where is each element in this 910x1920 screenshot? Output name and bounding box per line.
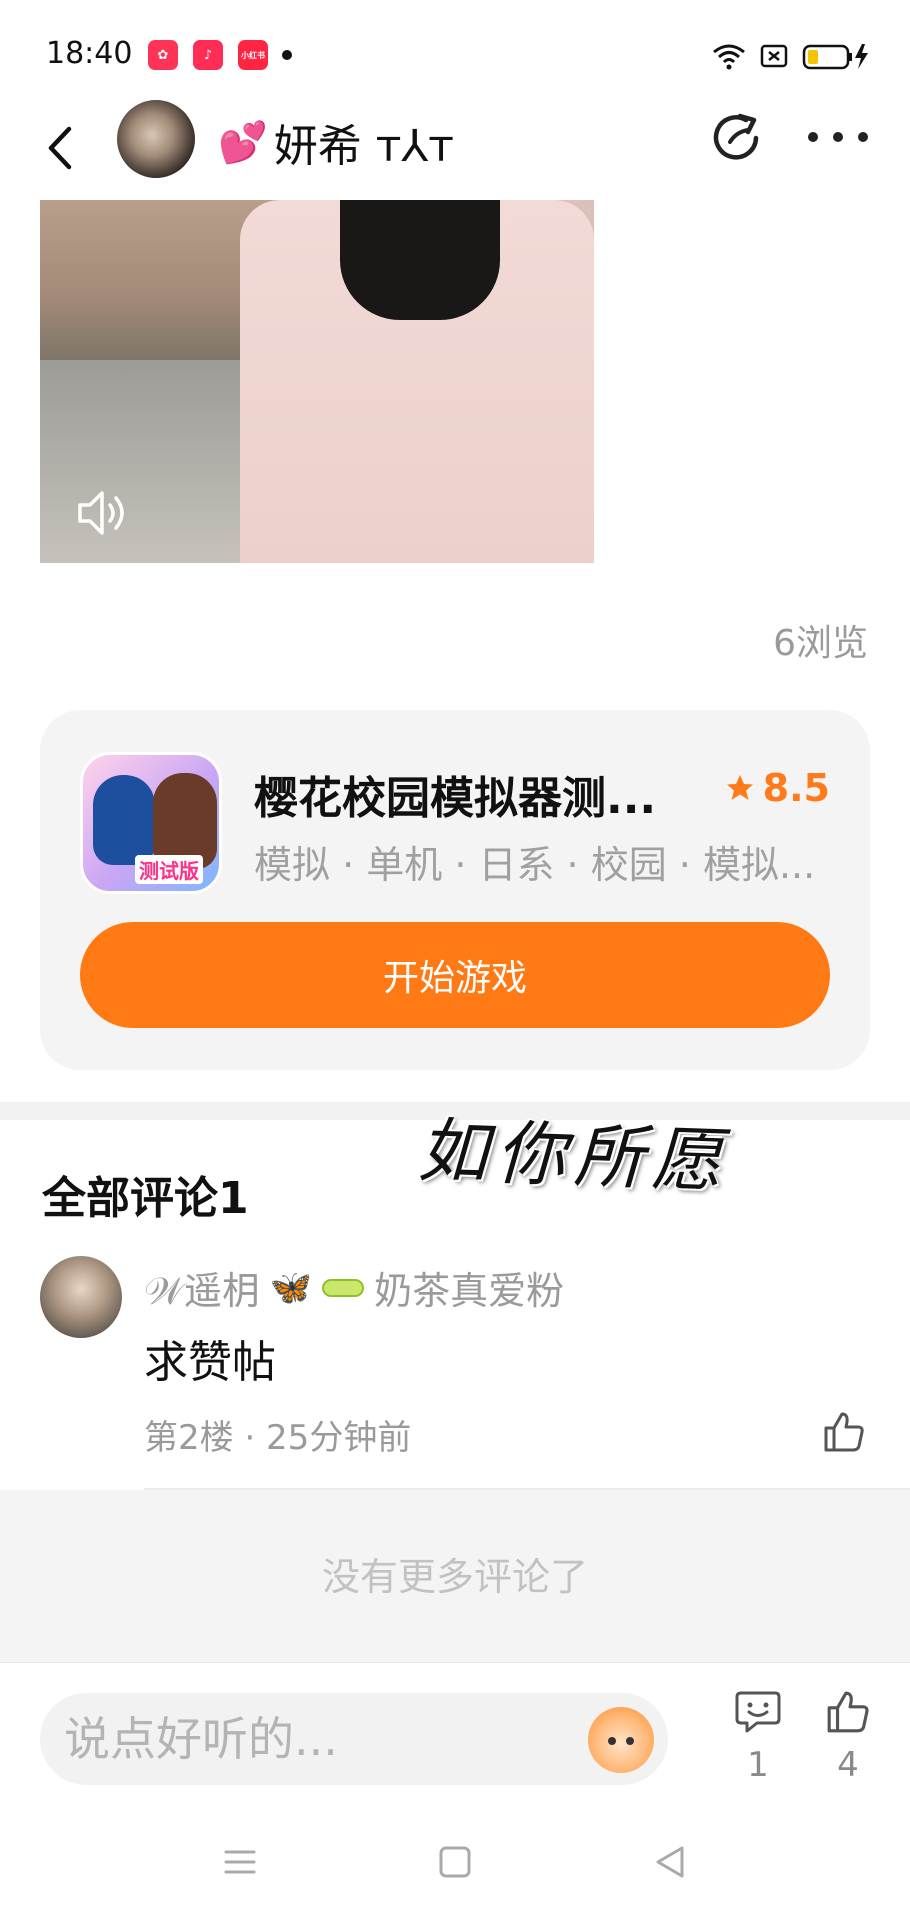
notification-dot xyxy=(282,50,292,60)
comment-count: 1 xyxy=(747,1745,769,1785)
comment-like-button[interactable] xyxy=(822,1410,866,1454)
wifi-icon xyxy=(713,44,745,70)
no-more-area: 没有更多评论了 xyxy=(0,1490,910,1662)
status-time: 18:40 xyxy=(46,36,133,71)
comment-meta: 第2楼 · 25分钟前 xyxy=(144,1418,412,1458)
sound-toggle-button[interactable] xyxy=(74,485,134,541)
sim-icon xyxy=(760,44,788,68)
commenter-username: 𝒲遥枂 xyxy=(144,1269,260,1313)
system-nav-bar xyxy=(0,1802,910,1920)
more-dot xyxy=(833,132,843,142)
game-rating: 8.5 xyxy=(725,766,830,810)
comment-item: 𝒲遥枂 🦋 奶茶真爱粉 求赞帖 第2楼 · 25分钟前 xyxy=(0,1250,910,1490)
fan-label: 奶茶真爱粉 xyxy=(374,1269,565,1313)
status-bar: 18:40 ✿ ♪ 小红书 xyxy=(0,0,910,100)
commenter-avatar[interactable] xyxy=(40,1256,122,1338)
home-square-icon xyxy=(439,1846,471,1878)
butterfly-icon: 🦋 xyxy=(269,1267,313,1308)
more-button[interactable] xyxy=(808,112,868,162)
comments-title: 全部评论1 xyxy=(42,1173,249,1224)
menu-icon xyxy=(224,1850,256,1874)
comment-text: 求赞帖 xyxy=(144,1337,276,1388)
game-app-icon[interactable]: 测试版 xyxy=(80,752,222,894)
game-icon-character-a xyxy=(93,775,155,865)
game-title[interactable]: 樱花校园模拟器测... xyxy=(254,762,694,826)
app-badge-2-icon: ♪ xyxy=(193,40,223,70)
emoji-button[interactable] xyxy=(588,1707,654,1773)
more-dot xyxy=(858,132,868,142)
share-icon xyxy=(713,113,759,160)
back-arrow-icon xyxy=(48,126,72,170)
sound-icon xyxy=(78,491,124,535)
like-count: 4 xyxy=(837,1745,859,1785)
comment-icon xyxy=(735,1691,781,1733)
game-icon-tag: 测试版 xyxy=(135,855,203,884)
view-count: 6浏览 xyxy=(773,623,868,664)
video-subject-hair xyxy=(340,200,500,320)
comment-input[interactable] xyxy=(40,1693,668,1785)
emoji-eye xyxy=(608,1737,616,1745)
back-triangle-icon xyxy=(656,1846,684,1878)
share-button[interactable] xyxy=(710,110,766,166)
status-icons xyxy=(712,38,870,74)
post-header: 💕 妍希 ᴛ⅄ᴛ xyxy=(0,100,910,200)
app-badge-3-icon: 小红书 xyxy=(238,40,268,70)
heart-icon: 💕 xyxy=(218,119,268,166)
author-nickname-text: 妍希 ᴛ⅄ᴛ xyxy=(273,121,454,172)
nav-home-button[interactable] xyxy=(435,1842,475,1882)
like-count-button[interactable]: 4 xyxy=(818,1689,878,1785)
game-card[interactable]: 测试版 樱花校园模拟器测... 8.5 模拟 · 单机 · 日系 · 校园 · … xyxy=(40,710,870,1070)
nav-back-button[interactable] xyxy=(650,1842,690,1882)
author-avatar[interactable] xyxy=(117,100,195,178)
comment-count-button[interactable]: 1 xyxy=(728,1689,788,1785)
no-more-comments: 没有更多评论了 xyxy=(321,1555,588,1599)
app-badge-1-icon: ✿ xyxy=(148,40,178,70)
post-video[interactable] xyxy=(40,200,594,563)
nav-menu-button[interactable] xyxy=(220,1842,260,1882)
commenter-name-row[interactable]: 𝒲遥枂 🦋 奶茶真爱粉 xyxy=(144,1260,564,1315)
comment-input-bar: 1 4 xyxy=(0,1662,910,1802)
like-icon xyxy=(827,1691,869,1733)
battery-icon xyxy=(802,44,868,70)
author-nickname[interactable]: 💕 妍希 ᴛ⅄ᴛ xyxy=(218,110,454,174)
emoji-eye xyxy=(626,1737,634,1745)
more-dot xyxy=(808,132,818,142)
fan-badge-icon xyxy=(322,1278,365,1297)
game-rating-value: 8.5 xyxy=(762,766,830,810)
back-button[interactable] xyxy=(38,118,82,178)
game-tags: 模拟 · 单机 · 日系 · 校园 · 模拟... xyxy=(254,843,816,887)
like-icon xyxy=(824,1412,864,1452)
handwritten-overlay: 如你所愿 xyxy=(416,1109,732,1203)
star-icon xyxy=(726,775,753,800)
start-game-button[interactable]: 开始游戏 xyxy=(80,922,830,1028)
